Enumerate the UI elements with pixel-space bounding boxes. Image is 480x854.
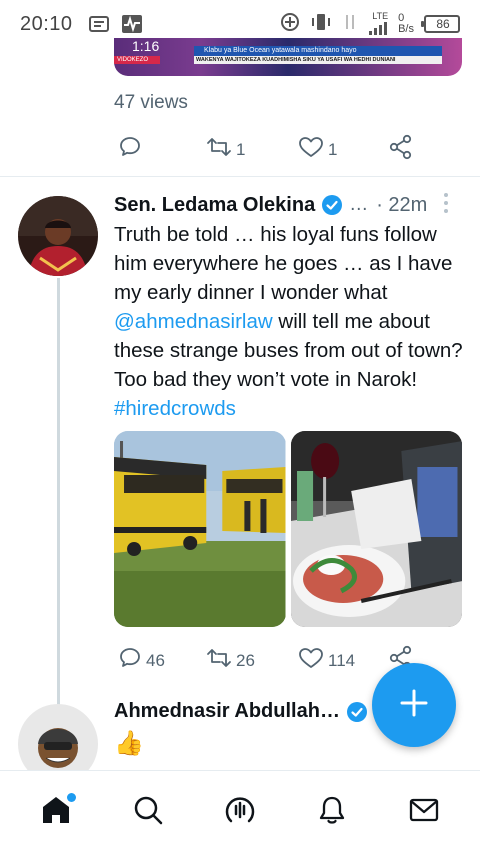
retweet-icon [206,646,236,675]
view-count: 47 views [114,92,188,113]
signal-icon [368,21,388,37]
nav-spaces[interactable] [210,783,270,843]
tweet-photos [114,431,462,627]
reply-icon [118,135,146,164]
tweet-actions: 46 26 114 [118,645,418,676]
nav-messages[interactable] [394,783,454,843]
search-icon [131,793,165,832]
retweet-button[interactable]: 26 [206,646,298,675]
spaces-icon [223,793,257,832]
add-circle-icon [280,12,300,37]
video-ticker: WAKENYA WAJITOKEZA KUADHIMISHA SIKU YA U… [196,57,396,63]
tweet-text: Truth be told … his loyal funs follow hi… [114,223,463,420]
reply-text: 👍 [114,730,144,757]
verified-icon [321,194,343,216]
share-icon [388,134,418,165]
reply-button[interactable] [118,135,206,164]
nav-notifications[interactable] [302,783,362,843]
heart-icon [298,646,328,675]
reply-header: Ahmednasir Abdullah… [114,700,368,723]
avatar[interactable] [18,196,98,276]
more-options-icon[interactable] [444,193,448,213]
video-clock: 1:16 [132,38,160,54]
message-icon [88,15,109,33]
reply-button[interactable]: 46 [118,646,206,675]
previous-tweet-media[interactable]: 1:16 Klabu ya Blue Ocean yatawala mashin… [114,38,462,76]
previous-tweet-actions: 1 1 [118,134,418,165]
author-name[interactable]: Sen. Ledama Olekina [114,194,315,217]
photo-dinner[interactable] [290,431,462,627]
vibrate-icon [310,12,332,37]
nav-search[interactable] [118,783,178,843]
mention-link[interactable]: @ahmednasirlaw [114,310,273,333]
battery-indicator: 86 [421,15,460,33]
tweet-divider [0,176,480,177]
activity-icon [121,14,143,34]
photo-buses[interactable] [114,431,286,627]
retweet-button[interactable]: 1 [206,135,298,164]
bottom-navigation [0,770,480,854]
hashtag-link[interactable]: #hiredcrowds [114,397,236,420]
plus-icon [399,688,429,723]
nav-home[interactable] [26,783,86,843]
tweet-header: Sen. Ledama Olekina … · 22m [114,190,464,220]
net-speed: 0 B/s [398,12,414,35]
video-headline: Klabu ya Blue Ocean yatawala mashindano … [204,47,357,54]
signal-indicator: LTE [368,10,389,37]
verified-icon [346,701,368,723]
reply-icon [118,646,146,675]
retweet-icon [206,135,236,164]
reply-author-name[interactable]: Ahmednasir Abdullah… [114,700,340,723]
data-transfer-icon [342,12,358,37]
share-button[interactable] [388,134,418,165]
thread-line [57,278,60,706]
heart-icon [298,135,328,164]
bell-icon [315,793,349,832]
mail-icon [407,793,441,832]
compose-tweet-button[interactable] [372,663,456,747]
status-time: 20:10 [20,12,73,35]
video-tag: VIDOKEZO [114,56,160,64]
network-type: LTE [372,10,389,21]
handle-truncation: … [349,194,369,215]
tweet-time: · 22m [376,193,428,216]
like-button[interactable]: 1 [298,135,388,164]
new-content-dot [67,792,76,802]
like-button[interactable]: 114 [298,646,388,675]
